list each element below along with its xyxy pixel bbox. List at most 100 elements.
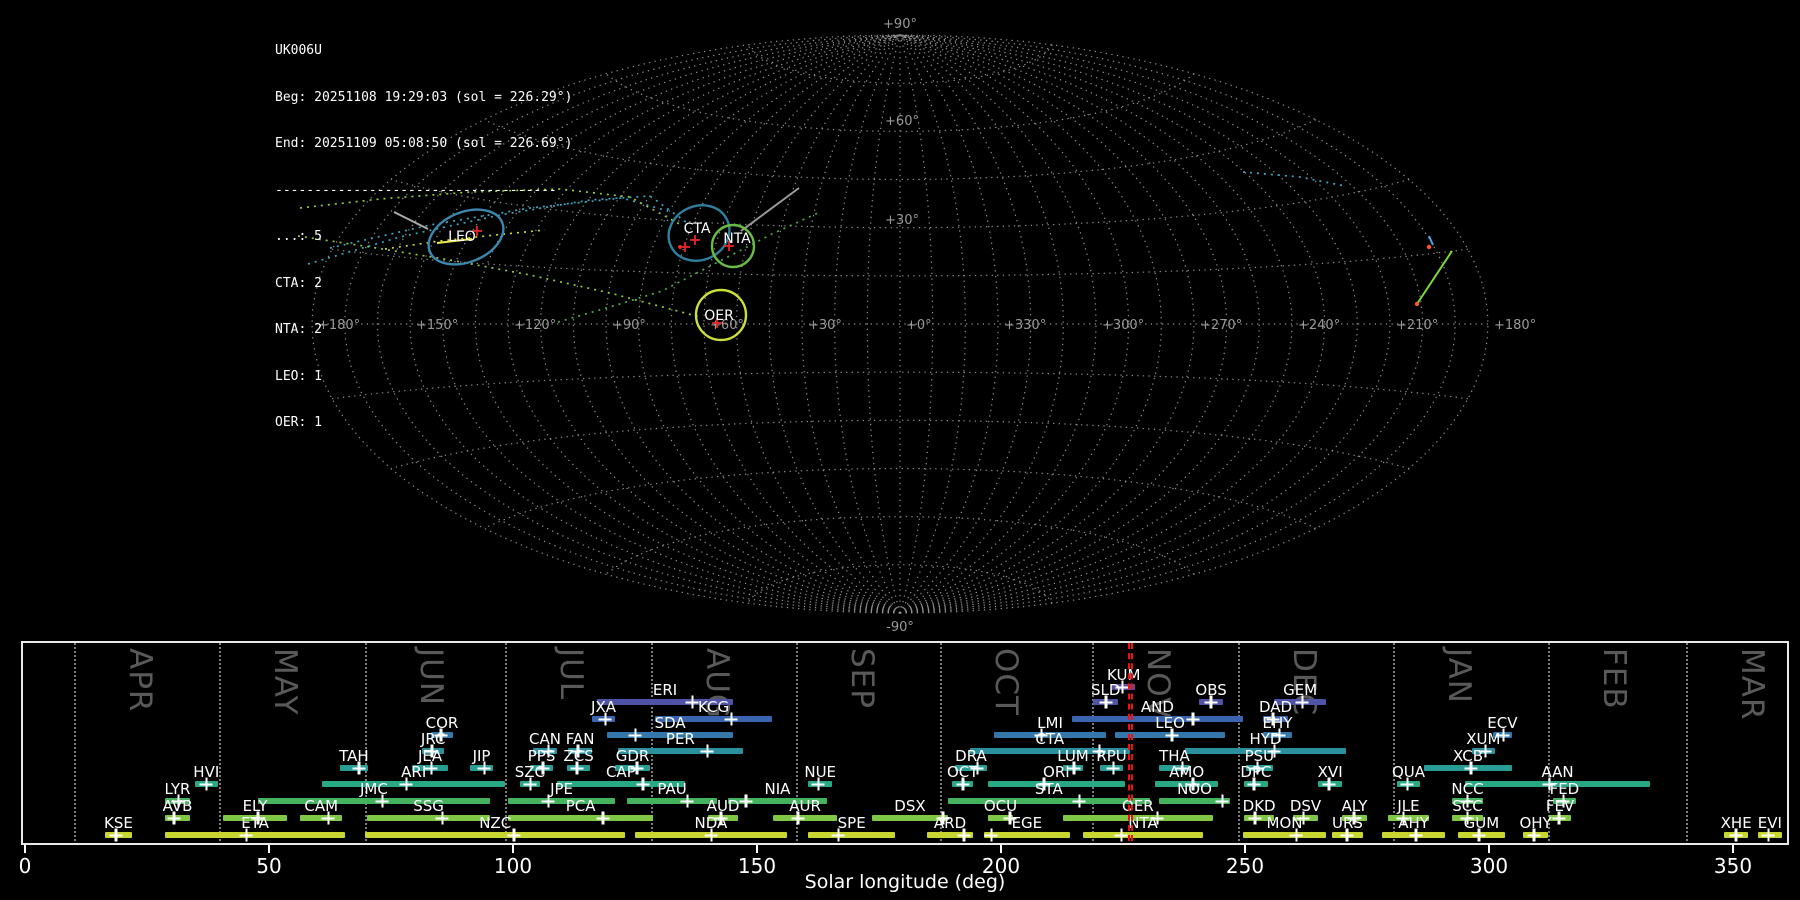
meteor-endpoint-dot [1426,244,1432,250]
peak-marker-ERI [685,695,699,709]
peak-marker-URS [1340,828,1354,842]
peak-marker-KSE [109,828,123,842]
peak-marker-XCB [1464,761,1478,775]
month-separator [1238,643,1241,841]
radiant-label-NTA: NTA [723,231,751,247]
peak-marker-NOO [1215,794,1229,808]
longitude-label: +240° [1298,318,1340,333]
shower-bar-STA [947,798,1150,804]
peak-marker-JMC [375,794,389,808]
peak-marker-XVI [1322,777,1336,791]
peak-marker-PER [700,744,714,758]
month-separator [365,643,368,841]
shower-label-NIA: NIA [764,780,791,798]
longitude-label: +0° [906,318,932,333]
shower-label-AND: AND [1140,698,1174,716]
shower-bar-SSG [367,815,491,821]
month-separator [651,643,654,841]
count-sporadic: ...: 5 [275,229,322,244]
peak-marker-XHE [1729,828,1743,842]
shower-label-EGE: EGE [1011,814,1043,832]
peak-marker-OBS [1204,695,1218,709]
shower-bar-PAU [627,798,717,804]
x-axis-tick-label: 100 [493,854,533,878]
month-label-oct: OCT [988,648,1024,716]
meteor-trail [1428,235,1434,246]
shower-bar-SPE [808,832,896,838]
month-label-jan: JAN [1440,648,1477,704]
peak-marker-JIP [477,761,491,775]
peak-marker-JPE [541,794,555,808]
peak-marker-SZC [523,777,537,791]
x-axis-tick-label: 300 [1469,854,1509,878]
meridian-gridline [899,34,1228,614]
peak-marker-CAP [636,777,650,791]
month-label-feb: FEB [1596,648,1633,710]
x-axis-tick-label: 0 [18,854,32,878]
shower-bar-JMC [257,798,491,804]
x-axis-tick [1000,845,1002,853]
longitude-label: +180° [1494,318,1536,333]
count-oer: OER: 1 [275,415,322,430]
radiant-label-CTA: CTA [684,221,711,237]
x-axis-tick-label: 50 [256,854,282,878]
radiant-label-OER: OER [704,308,734,324]
peak-marker-OCT [956,777,970,791]
peak-marker-PAU [680,794,694,808]
session-begin: Beg: 20251108 19:29:03 (sol = 226.29°) [275,89,573,105]
peak-marker-HVI [199,777,213,791]
longitude-label: +270° [1200,318,1242,333]
month-label-sep: SEP [844,648,881,709]
peak-marker-TAH [352,761,366,775]
shower-bar-NZC [365,832,626,838]
peak-marker-NTA [1114,828,1128,842]
peak-marker-DPC [1247,777,1261,791]
peak-marker-RPU [1106,761,1120,775]
shower-bar-ETA [165,832,346,838]
peak-marker-DKD [1248,811,1262,825]
latitude-label: +60° [885,114,919,129]
pole-label-bottom: -90° [886,620,914,635]
month-separator [1686,643,1689,841]
peak-marker-FEV [1552,811,1566,825]
count-leo: LEO: 1 [275,368,322,384]
peak-marker-SDA [628,728,642,742]
meridian-gridline [638,34,901,614]
month-separator [1091,643,1094,841]
peak-marker-GUM [1472,828,1486,842]
peak-marker-KCG [724,712,738,726]
month-separator [505,643,508,841]
peak-marker-NIA [739,794,753,808]
shower-label-STA: STA [1034,780,1063,798]
peak-marker-EVI [1761,828,1775,842]
shower-label-CAP: CAP [605,763,636,781]
shower-label-ERI: ERI [652,681,678,699]
peak-marker-SLD [1099,695,1113,709]
shower-label-NOO: NOO [1177,780,1212,798]
peak-marker-ZCS [570,761,584,775]
month-label-jun: JUN [413,648,450,707]
x-axis-tick-label: 250 [1225,854,1265,878]
session-info: UK006U Beg: 20251108 19:29:03 (sol = 226… [275,12,572,446]
meridian-gridline [899,34,1424,614]
shower-label-SDA: SDA [654,714,686,732]
shower-label-NZC: NZC [479,814,512,832]
separator-line: ------------------------------------ [275,182,557,198]
current-sol-marker [1127,643,1133,841]
month-label-jul: JUL [553,648,590,701]
x-axis-tick [756,845,758,853]
shower-label-DSX: DSX [894,797,926,815]
peak-marker-LEO [1165,728,1179,742]
shower-label-CTA: CTA [1035,730,1065,748]
shower-label-PCA: PCA [565,797,596,815]
peak-marker-JEA [424,761,438,775]
session-end: End: 20251109 05:08:50 (sol = 226.69°) [275,136,573,151]
month-separator [73,643,76,841]
peak-marker-SPE [831,828,845,842]
peak-marker-AND [1186,712,1200,726]
peak-marker-NDA [704,828,718,842]
shower-bar-MON [1243,832,1326,838]
x-axis-tick-label: 200 [981,854,1021,878]
shower-bar-NTA [1082,832,1204,838]
x-axis-tick-label: 350 [1713,854,1753,878]
